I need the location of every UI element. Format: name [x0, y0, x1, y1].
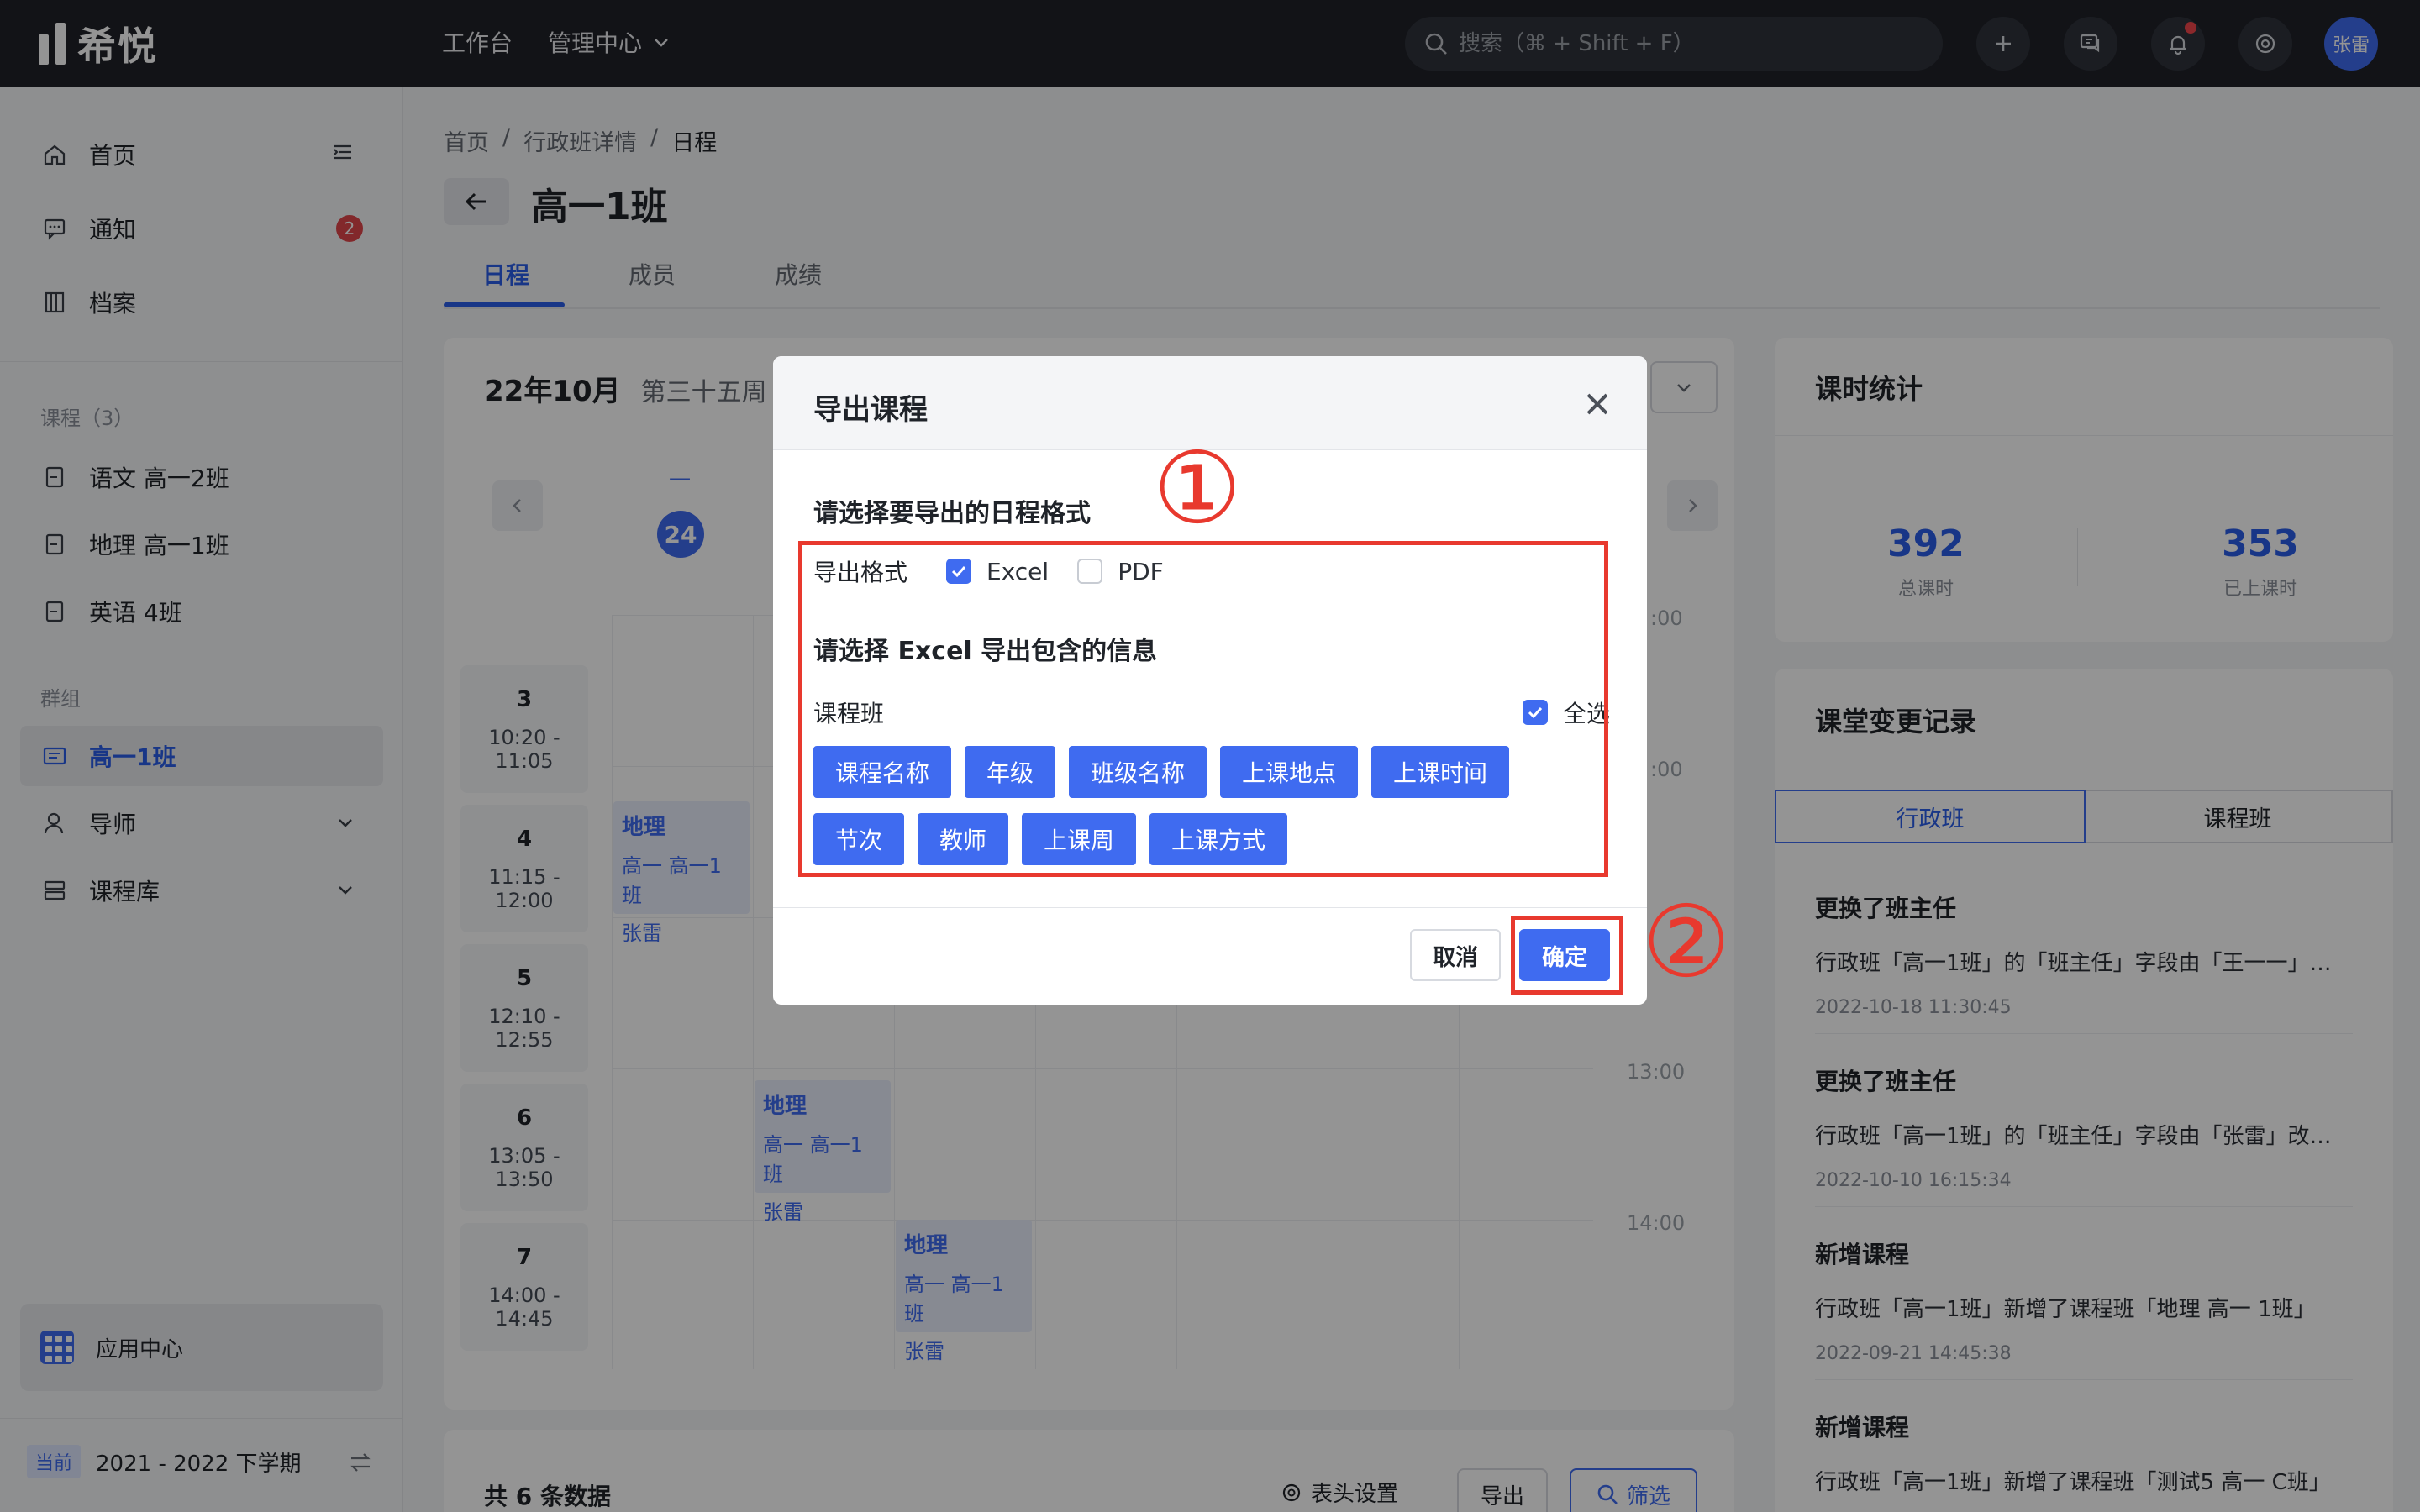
annotation-box [1511, 916, 1623, 995]
step-two-marker: ② [1642, 884, 1731, 1000]
divider [773, 907, 1647, 908]
dialog-title: 导出课程 [813, 393, 928, 427]
cancel-button[interactable]: 取消 [1410, 929, 1501, 981]
format-section-title: 请选择要导出的日程格式 [813, 499, 1091, 528]
step-one-marker: ① [1153, 430, 1242, 546]
close-icon[interactable] [1581, 388, 1613, 420]
annotation-box [798, 541, 1608, 877]
